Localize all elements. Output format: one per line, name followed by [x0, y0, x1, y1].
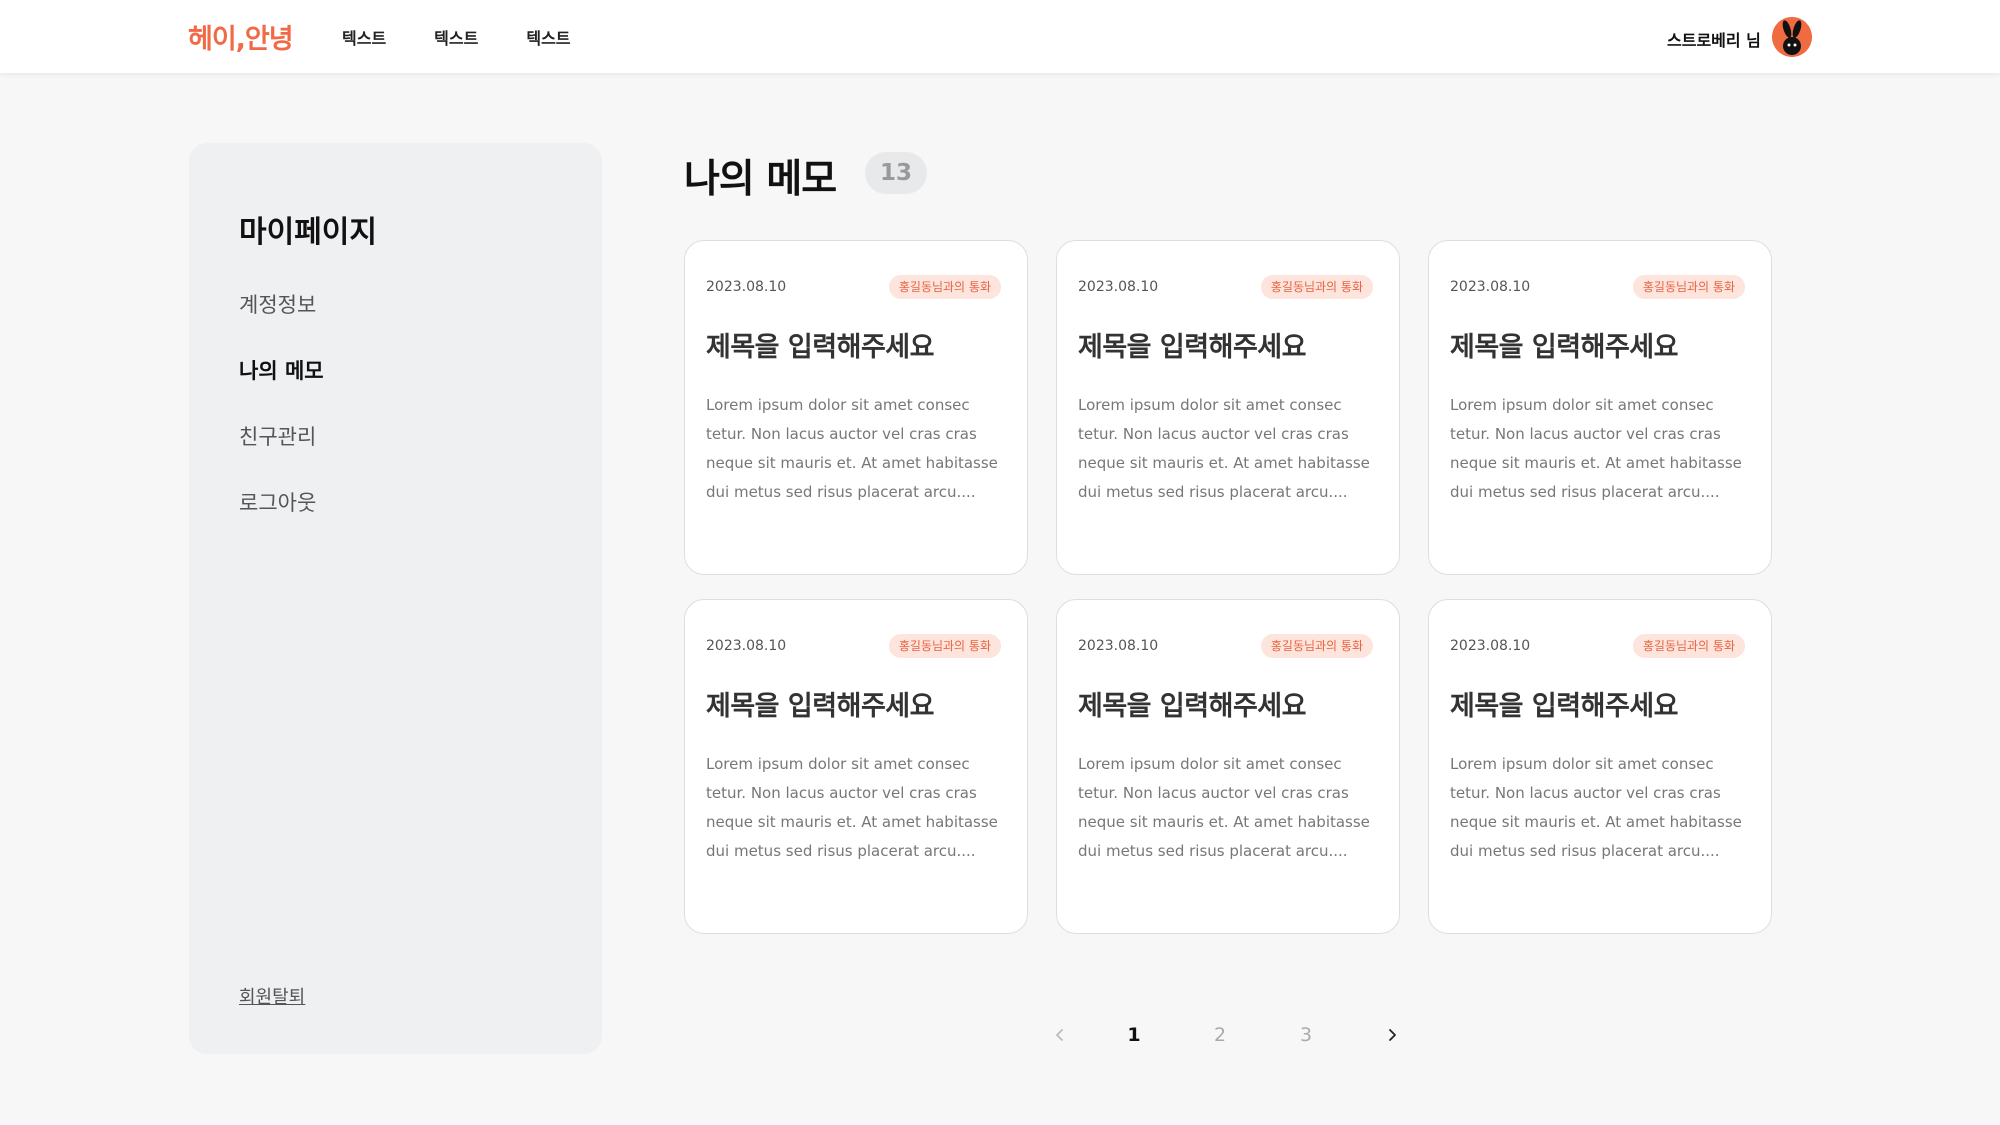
memo-date: 2023.08.10 — [706, 279, 787, 295]
avatar[interactable] — [1772, 17, 1812, 57]
rabbit-avatar-icon — [1772, 17, 1812, 57]
memo-tag: 홍길동님과의 통화 — [888, 634, 1001, 658]
memo-tag: 홍길동님과의 통화 — [1632, 634, 1745, 658]
nav-item-1[interactable]: 텍스트 — [342, 25, 386, 49]
memo-tag: 홍길동님과의 통화 — [1632, 275, 1745, 299]
withdraw-link[interactable]: 회원탈퇴 — [239, 983, 305, 1009]
memo-count-badge: 13 — [865, 152, 927, 194]
memo-title: 제목을 입력해주세요 — [706, 332, 934, 363]
sidebar-item-my-memo[interactable]: 나의 메모 — [239, 357, 324, 423]
prev-page-button[interactable] — [1040, 1018, 1080, 1052]
memo-card[interactable]: 2023.08.10 홍길동님과의 통화 제목을 입력해주세요 Lorem ip… — [684, 599, 1028, 934]
memo-date: 2023.08.10 — [1078, 279, 1159, 295]
chevron-right-icon — [1389, 1029, 1396, 1041]
memo-body: Lorem ipsum dolor sit amet consec tetur.… — [1078, 396, 1370, 501]
page-button-3[interactable]: 3 — [1286, 1018, 1326, 1052]
sidebar-item-friends[interactable]: 친구관리 — [239, 423, 324, 489]
nav-item-3[interactable]: 텍스트 — [526, 25, 570, 49]
memo-title: 제목을 입력해주세요 — [706, 691, 934, 722]
next-page-button[interactable] — [1372, 1018, 1412, 1052]
page-button-1[interactable]: 1 — [1114, 1018, 1154, 1052]
top-header: 헤이,안녕 텍스트 텍스트 텍스트 스트로베리 님 — [0, 0, 2000, 73]
memo-tag: 홍길동님과의 통화 — [1260, 275, 1373, 299]
memo-date: 2023.08.10 — [1450, 638, 1531, 654]
logo[interactable]: 헤이,안녕 — [188, 17, 294, 56]
memo-card[interactable]: 2023.08.10 홍길동님과의 통화 제목을 입력해주세요 Lorem ip… — [1428, 240, 1772, 575]
nav-item-2[interactable]: 텍스트 — [434, 25, 478, 49]
memo-body: Lorem ipsum dolor sit amet consec tetur.… — [1450, 755, 1742, 860]
main-nav: 텍스트 텍스트 텍스트 — [342, 25, 571, 49]
user-name: 스트로베리 님 — [1667, 31, 1761, 50]
memo-title: 제목을 입력해주세요 — [1450, 691, 1678, 722]
memo-title: 제목을 입력해주세요 — [1078, 691, 1306, 722]
memo-card-grid: 2023.08.10 홍길동님과의 통화 제목을 입력해주세요 Lorem ip… — [684, 240, 1772, 934]
memo-body: Lorem ipsum dolor sit amet consec tetur.… — [1078, 755, 1370, 860]
sidebar-title: 마이페이지 — [239, 215, 377, 250]
chevron-left-icon — [1056, 1029, 1063, 1041]
memo-tag: 홍길동님과의 통화 — [1260, 634, 1373, 658]
sidebar: 마이페이지 계정정보 나의 메모 친구관리 로그아웃 회원탈퇴 — [189, 143, 602, 1054]
memo-card[interactable]: 2023.08.10 홍길동님과의 통화 제목을 입력해주세요 Lorem ip… — [1056, 240, 1400, 575]
memo-date: 2023.08.10 — [1450, 279, 1531, 295]
memo-card[interactable]: 2023.08.10 홍길동님과의 통화 제목을 입력해주세요 Lorem ip… — [1428, 599, 1772, 934]
memo-date: 2023.08.10 — [1078, 638, 1159, 654]
sidebar-item-logout[interactable]: 로그아웃 — [239, 489, 324, 555]
memo-card[interactable]: 2023.08.10 홍길동님과의 통화 제목을 입력해주세요 Lorem ip… — [1056, 599, 1400, 934]
memo-date: 2023.08.10 — [706, 638, 787, 654]
sidebar-item-account[interactable]: 계정정보 — [239, 291, 324, 357]
memo-title: 제목을 입력해주세요 — [1078, 332, 1306, 363]
memo-title: 제목을 입력해주세요 — [1450, 332, 1678, 363]
memo-card[interactable]: 2023.08.10 홍길동님과의 통화 제목을 입력해주세요 Lorem ip… — [684, 240, 1028, 575]
sidebar-menu: 계정정보 나의 메모 친구관리 로그아웃 — [239, 291, 324, 555]
page-button-2[interactable]: 2 — [1200, 1018, 1240, 1052]
memo-body: Lorem ipsum dolor sit amet consec tetur.… — [706, 755, 998, 860]
memo-tag: 홍길동님과의 통화 — [888, 275, 1001, 299]
pagination: 1 2 3 — [1040, 1018, 1412, 1052]
page-title: 나의 메모 — [684, 157, 837, 202]
memo-body: Lorem ipsum dolor sit amet consec tetur.… — [706, 396, 998, 501]
memo-body: Lorem ipsum dolor sit amet consec tetur.… — [1450, 396, 1742, 501]
